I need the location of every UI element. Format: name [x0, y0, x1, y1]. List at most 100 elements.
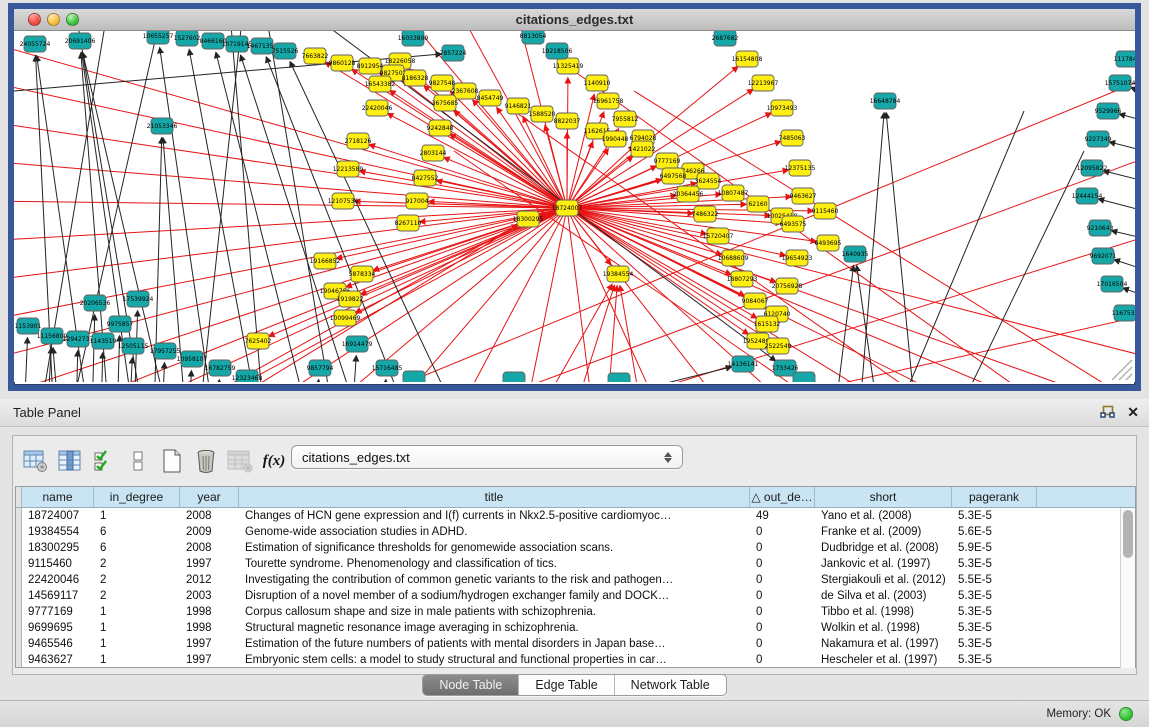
table-cell[interactable]: 0 [750, 588, 815, 604]
table-cell[interactable]: Investigating the contribution of common… [239, 572, 750, 588]
minimize-window-icon[interactable] [47, 13, 60, 26]
table-cell[interactable]: 5.3E-5 [952, 588, 1037, 604]
table-cell[interactable]: 0 [750, 556, 815, 572]
table-cell[interactable]: 2 [94, 556, 180, 572]
row-height-icon[interactable] [121, 445, 155, 477]
table-cell[interactable]: 18724007 [22, 508, 94, 524]
table-row[interactable]: 977716911998Corpus callosum shape and si… [16, 604, 1135, 620]
network-edge[interactable] [1104, 171, 1135, 186]
table-scrollbar-thumb[interactable] [1123, 510, 1133, 558]
table-cell[interactable]: 19384554 [22, 524, 94, 540]
window-titlebar[interactable]: citations_edges.txt [14, 9, 1135, 31]
table-cell[interactable]: Structural magnetic resonance image aver… [239, 620, 750, 636]
table-cell[interactable]: 18300295 [22, 540, 94, 556]
network-edge[interactable] [524, 208, 567, 382]
network-node[interactable] [608, 373, 630, 382]
table-row[interactable]: 969969511998Structural magnetic resonanc… [16, 620, 1135, 636]
network-edge[interactable] [567, 78, 568, 208]
table-scrollbar[interactable] [1120, 508, 1135, 668]
table-cell[interactable]: 9465546 [22, 636, 94, 652]
table-cell[interactable]: 9463627 [22, 652, 94, 667]
table-cell[interactable]: 6 [94, 524, 180, 540]
table-cell[interactable]: 0 [750, 524, 815, 540]
table-cell[interactable]: 5.3E-5 [952, 636, 1037, 652]
column-header-in_degree[interactable]: in_degree [94, 487, 180, 507]
network-edge[interactable] [314, 71, 1135, 382]
table-cell[interactable]: Jankovic et al. (1997) [815, 556, 952, 572]
table-settings-icon[interactable] [19, 445, 53, 477]
row-select-icon[interactable] [87, 445, 121, 477]
network-edge[interactable] [567, 208, 664, 382]
table-cell[interactable]: Franke et al. (2009) [815, 524, 952, 540]
citation-network-graph[interactable]: 1872400776638229860128891295418226058982… [14, 31, 1135, 382]
network-edge[interactable] [1099, 199, 1135, 216]
table-row[interactable]: 1938455462009Genome-wide association stu… [16, 524, 1135, 540]
table-row[interactable]: 1872400712008Changes of HCN gene express… [16, 508, 1135, 524]
table-cell[interactable]: Disruption of a novel member of a sodium… [239, 588, 750, 604]
table-cell[interactable]: 5.3E-5 [952, 508, 1037, 524]
table-cell[interactable]: 5.3E-5 [952, 604, 1037, 620]
table-cell[interactable]: Dudbridge et al. (2008) [815, 540, 952, 556]
table-cell[interactable]: 9115460 [22, 556, 94, 572]
table-cell[interactable]: 5.3E-5 [952, 620, 1037, 636]
table-cell[interactable]: 2008 [180, 540, 239, 556]
network-edge[interactable] [264, 31, 334, 382]
network-edge[interactable] [954, 151, 1084, 382]
table-cell[interactable]: 5.6E-5 [952, 524, 1037, 540]
table-cell[interactable]: 1 [94, 604, 180, 620]
table-cell[interactable]: Tourette syndrome. Phenomenology and cla… [239, 556, 750, 572]
table-row[interactable]: 1830029562008Estimation of significance … [16, 540, 1135, 556]
close-panel-icon[interactable]: ✕ [1127, 404, 1139, 420]
table-cell[interactable]: 5.5E-5 [952, 572, 1037, 588]
table-cell[interactable]: Changes of HCN gene expression and I(f) … [239, 508, 750, 524]
network-edge[interactable] [444, 158, 567, 208]
table-cell[interactable]: 1997 [180, 556, 239, 572]
network-edge[interactable] [894, 111, 1024, 382]
network-edge[interactable] [384, 208, 567, 382]
table-cell[interactable]: 2003 [180, 588, 239, 604]
network-edge[interactable] [1114, 260, 1135, 276]
column-header-title[interactable]: title [239, 487, 750, 507]
table-cell[interactable]: 6 [94, 540, 180, 556]
table-cell[interactable]: 2012 [180, 572, 239, 588]
table-row[interactable]: 946554611997Estimation of the future num… [16, 636, 1135, 652]
table-cell[interactable]: Hescheler et al. (1997) [815, 652, 952, 667]
network-edge[interactable] [567, 208, 1074, 382]
table-cell[interactable]: 0 [750, 540, 815, 556]
network-edge[interactable] [1131, 88, 1135, 101]
network-edge[interactable] [574, 71, 1064, 382]
network-edge[interactable] [199, 31, 244, 382]
network-edge[interactable] [129, 358, 132, 382]
network-edge[interactable] [382, 380, 386, 382]
network-node[interactable] [403, 371, 425, 382]
table-row[interactable]: 1456911722003Disruption of a novel membe… [16, 588, 1135, 604]
table-cell[interactable]: Nakamura et al. (1997) [815, 636, 952, 652]
table-cell[interactable]: 2008 [180, 508, 239, 524]
network-edge[interactable] [174, 208, 567, 382]
table-cell[interactable]: Estimation of the future numbers of pati… [239, 636, 750, 652]
float-panel-icon[interactable] [1100, 405, 1115, 419]
table-cell[interactable]: 0 [750, 604, 815, 620]
table-cell[interactable]: 0 [750, 620, 815, 636]
network-edge[interactable] [76, 351, 78, 382]
table-row[interactable]: 946362711997Embryonic stem cells: a mode… [16, 652, 1135, 667]
table-cell[interactable]: 9777169 [22, 604, 94, 620]
column-header-pagerank[interactable]: pagerank [952, 487, 1037, 507]
table-cell[interactable]: 1998 [180, 620, 239, 636]
table-cell[interactable]: 2009 [180, 524, 239, 540]
table-cell[interactable]: 1 [94, 620, 180, 636]
table-row[interactable]: 911546021997Tourette syndrome. Phenomeno… [16, 556, 1135, 572]
import-table-icon[interactable] [223, 445, 257, 477]
network-edge[interactable] [620, 286, 644, 382]
table-cell[interactable]: de Silva et al. (2003) [815, 588, 952, 604]
column-header-short[interactable]: short [815, 487, 952, 507]
network-edge[interactable] [189, 50, 259, 382]
tab-edge-table[interactable]: Edge Table [519, 675, 614, 695]
table-cell[interactable]: 5.3E-5 [952, 652, 1037, 667]
table-row[interactable]: 2242004622012Investigating the contribut… [16, 572, 1135, 588]
table-cell[interactable]: 1997 [180, 636, 239, 652]
network-edge[interactable] [352, 356, 356, 382]
network-edge[interactable] [162, 363, 164, 382]
network-canvas[interactable]: 1872400776638229860128891295418226058982… [14, 31, 1135, 382]
table-select-dropdown[interactable]: citations_edges.txt [291, 445, 683, 469]
